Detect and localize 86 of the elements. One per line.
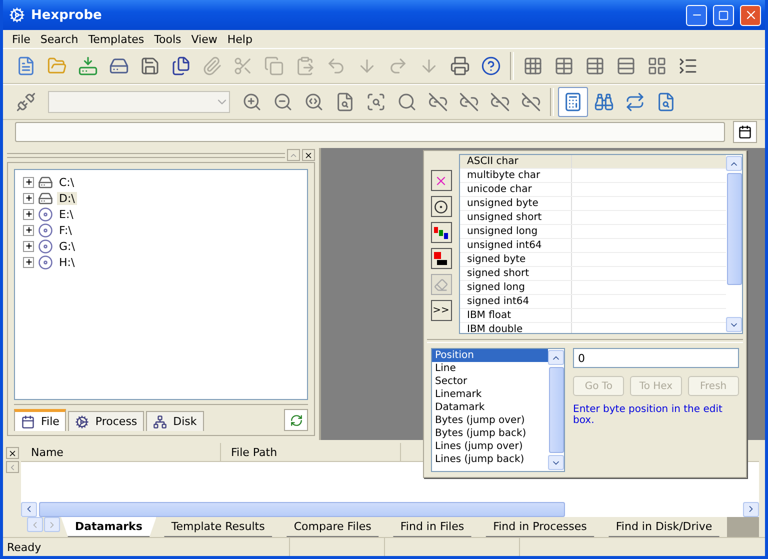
minimize-button[interactable] xyxy=(686,4,707,26)
window-button[interactable] xyxy=(733,121,757,143)
hint-text: Enter byte position in the edit box. xyxy=(573,404,724,426)
scroll-left-button[interactable] xyxy=(21,502,37,516)
scroll-up-button[interactable] xyxy=(726,156,742,171)
scroll-down-button[interactable] xyxy=(548,455,564,470)
tree-item[interactable]: F:\ xyxy=(57,224,74,236)
disc-icon xyxy=(38,206,53,222)
address-field[interactable] xyxy=(15,122,725,142)
status-text: Ready xyxy=(3,538,290,556)
inspector-row[interactable]: signed long xyxy=(460,281,726,295)
inspector-row[interactable]: unsigned int64 xyxy=(460,239,726,253)
expand-button[interactable] xyxy=(23,208,34,220)
tree-item[interactable]: D:\ xyxy=(57,192,77,204)
inspector-row[interactable]: unsigned long xyxy=(460,225,726,239)
refresh-button[interactable] xyxy=(284,409,308,431)
column-header[interactable]: Name xyxy=(21,443,221,461)
disc-icon xyxy=(38,238,53,254)
plus-icon xyxy=(24,258,32,266)
eraser-icon xyxy=(434,278,448,292)
app-icon xyxy=(9,7,25,23)
close-icon xyxy=(304,150,313,160)
delete-button[interactable] xyxy=(430,170,452,191)
inspector-row[interactable]: signed int64 xyxy=(460,295,726,309)
tree-item[interactable]: E:\ xyxy=(57,208,76,220)
column-header[interactable]: File Path xyxy=(221,443,401,461)
inspector-row[interactable]: IBM float xyxy=(460,309,726,323)
inspector-row[interactable]: signed short xyxy=(460,267,726,281)
hard-drive-icon xyxy=(38,190,53,206)
disk-icon xyxy=(434,200,448,214)
inspector-row[interactable]: unsigned byte xyxy=(460,197,726,211)
expand-button[interactable] xyxy=(23,240,34,252)
close-icon xyxy=(8,448,16,458)
menu-item[interactable]: Help xyxy=(222,32,258,46)
network-icon xyxy=(153,414,168,428)
vertical-scrollbar[interactable] xyxy=(548,349,564,471)
maximize-button[interactable] xyxy=(713,4,734,26)
plus-icon xyxy=(24,178,32,186)
panel-tab[interactable]: Process xyxy=(68,411,144,431)
hard-drive-icon xyxy=(38,174,53,190)
disc-icon xyxy=(38,222,53,238)
menu-item[interactable]: Search xyxy=(35,32,84,46)
expand-button[interactable] xyxy=(23,224,34,236)
disc-icon xyxy=(38,254,53,270)
maximize-icon xyxy=(718,10,729,20)
scroll-right-button[interactable] xyxy=(743,502,759,516)
menu-item[interactable]: File xyxy=(7,32,36,46)
position-input[interactable]: 0 xyxy=(573,348,739,368)
vertical-scrollbar[interactable] xyxy=(726,155,742,333)
expand-button[interactable]: >> xyxy=(430,300,452,321)
tree-item[interactable]: C:\ xyxy=(57,176,76,188)
plus-icon xyxy=(24,194,32,202)
results-tab[interactable]: Datamarks xyxy=(61,517,156,537)
plus-icon xyxy=(24,242,32,250)
close-button[interactable] xyxy=(302,149,315,161)
menu-item[interactable]: Tools xyxy=(149,32,186,46)
decimal-button[interactable] xyxy=(430,248,452,269)
panel-tab[interactable]: File xyxy=(14,409,66,431)
tree-item[interactable]: H:\ xyxy=(57,256,77,268)
inspector-row[interactable]: unicode char xyxy=(460,183,726,197)
inspector-row[interactable]: multibyte char xyxy=(460,169,726,183)
panel-tab[interactable]: Disk xyxy=(146,411,204,431)
disk-button[interactable] xyxy=(430,196,452,217)
plus-icon xyxy=(24,226,32,234)
scroll-up-button[interactable] xyxy=(548,350,564,365)
tree-item[interactable]: G:\ xyxy=(57,240,77,252)
menu-item[interactable]: View xyxy=(186,32,222,46)
gear-icon xyxy=(75,414,90,428)
window-title: Hexprobe xyxy=(31,8,103,22)
plus-icon xyxy=(24,210,32,218)
expand-button[interactable] xyxy=(23,192,34,204)
number-button[interactable] xyxy=(430,222,452,243)
calculator-icon[interactable] xyxy=(558,87,588,117)
inspector-row[interactable]: ASCII char xyxy=(460,155,726,169)
expand-button[interactable] xyxy=(23,256,34,268)
expand-button[interactable] xyxy=(23,176,34,188)
inspector-row[interactable]: unsigned short xyxy=(460,211,726,225)
menu-item[interactable]: Templates xyxy=(83,32,150,46)
scroll-down-button[interactable] xyxy=(726,317,742,332)
inspector-row[interactable]: signed byte xyxy=(460,253,726,267)
refresh-icon xyxy=(290,414,302,426)
list-item[interactable]: Position xyxy=(432,349,548,362)
close-button[interactable] xyxy=(6,447,18,459)
results-tab[interactable]: Compare Files xyxy=(280,517,386,537)
horizontal-scrollbar[interactable] xyxy=(21,501,759,517)
number-icon xyxy=(433,224,449,240)
